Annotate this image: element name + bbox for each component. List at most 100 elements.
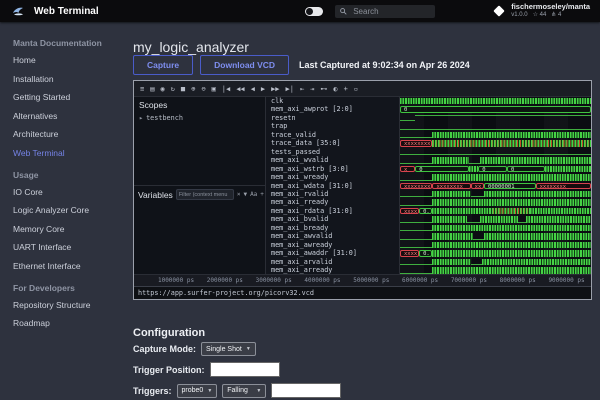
open-url-icon[interactable]: ◉: [160, 82, 164, 96]
settings-icon[interactable]: ▫: [354, 82, 358, 96]
waveform-row[interactable]: xxxx...0...: [400, 249, 591, 257]
scope-item-testbench[interactable]: ▸testbench: [139, 114, 260, 122]
next-edge-icon[interactable]: ⇥: [310, 82, 314, 96]
signal-name[interactable]: mem_axi_arready: [266, 266, 399, 274]
go-to-end-icon[interactable]: ▶|: [286, 82, 294, 96]
waveform-row[interactable]: 0: [400, 105, 591, 113]
waveform-row[interactable]: [400, 114, 591, 122]
wave-segment: [400, 129, 591, 130]
step-backward-icon[interactable]: ◀: [251, 82, 255, 96]
sidebar-item-uart-interface[interactable]: UART Interface: [13, 242, 130, 252]
waveform-row[interactable]: [400, 148, 591, 156]
trigger-edge-select[interactable]: Falling▼: [222, 384, 266, 398]
trigger-value-input[interactable]: [271, 383, 341, 398]
sidebar-item-logic-analyzer-core[interactable]: Logic Analyzer Core: [13, 205, 130, 215]
signal-name[interactable]: tests_passed: [266, 148, 399, 156]
sidebar-item-getting-started[interactable]: Getting Started: [13, 92, 130, 102]
fast-forward-icon[interactable]: ▶▶: [271, 82, 279, 96]
waveform-row[interactable]: xxxx...0...: [400, 207, 591, 215]
reload-icon[interactable]: ↻: [171, 82, 175, 96]
waveform-row[interactable]: [400, 97, 591, 105]
filter-type-icon[interactable]: ▼: [243, 190, 247, 199]
scopes-label: Scopes: [139, 100, 260, 110]
waveform-row[interactable]: [400, 258, 591, 266]
sidebar-item-repository-structure[interactable]: Repository Structure: [13, 300, 130, 310]
theme-toggle-knob: [306, 8, 313, 15]
signal-name[interactable]: trace_valid: [266, 131, 399, 139]
capture-button[interactable]: Capture: [133, 55, 193, 75]
waveform-row[interactable]: [400, 173, 591, 181]
case-sensitive-icon[interactable]: Aa: [250, 190, 257, 199]
theme-toggle[interactable]: [305, 7, 323, 16]
waveform-row[interactable]: [400, 241, 591, 249]
sidebar-item-memory-core[interactable]: Memory Core: [13, 224, 130, 234]
waveform-canvas[interactable]: 0 xxxxxxxx... x000 xxxxxxxxxxxxxxxxxx...000…: [400, 97, 591, 274]
waveform-row[interactable]: xxxxxxxx...: [400, 139, 591, 147]
sidebar-item-ethernet-interface[interactable]: Ethernet Interface: [13, 261, 130, 271]
capture-mode-select[interactable]: Single Shot▼: [201, 342, 256, 356]
signal-name[interactable]: mem_axi_rdata [31:0]: [266, 207, 399, 215]
waveform-row[interactable]: [400, 224, 591, 232]
waveform-row[interactable]: [400, 122, 591, 130]
manta-logo-icon[interactable]: [10, 3, 26, 19]
zoom-fit-icon[interactable]: ▣: [212, 82, 216, 96]
wave-segment: [432, 225, 591, 231]
trigger-probe-select[interactable]: probe0▼: [177, 384, 218, 398]
open-file-icon[interactable]: ▤: [150, 82, 154, 96]
signal-name[interactable]: mem_axi_rvalid: [266, 190, 399, 198]
trigger-position-input[interactable]: [210, 362, 280, 377]
signal-name[interactable]: resetn: [266, 114, 399, 122]
signal-name[interactable]: mem_axi_bvalid: [266, 215, 399, 223]
waveform-row[interactable]: [400, 232, 591, 240]
fast-backward-icon[interactable]: ◀◀: [236, 82, 244, 96]
signal-name[interactable]: mem_axi_rready: [266, 198, 399, 206]
waveform-row[interactable]: [400, 131, 591, 139]
signal-name[interactable]: mem_axi_arvalid: [266, 258, 399, 266]
sidebar-item-alternatives[interactable]: Alternatives: [13, 111, 130, 121]
wave-segment: xxxxxxxx: [432, 183, 470, 189]
signal-name[interactable]: mem_axi_wstrb [3:0]: [266, 165, 399, 173]
download-vcd-button[interactable]: Download VCD: [200, 55, 289, 75]
zoom-in-icon[interactable]: ⊕: [191, 82, 195, 96]
signal-name[interactable]: clk: [266, 97, 399, 105]
prev-edge-icon[interactable]: ⇤: [300, 82, 304, 96]
stop-icon[interactable]: ■: [181, 82, 185, 96]
step-forward-icon[interactable]: ▶: [261, 82, 265, 96]
timeline[interactable]: 1000000 ps2000000 ps3000000 ps4000000 ps…: [134, 274, 591, 286]
sidebar-item-architecture[interactable]: Architecture: [13, 129, 130, 139]
theme-icon[interactable]: ◐: [333, 82, 337, 96]
menu-icon[interactable]: ≡: [140, 82, 144, 96]
sidebar-item-installation[interactable]: Installation: [13, 74, 130, 84]
waveform-row[interactable]: [400, 198, 591, 206]
waveform-row[interactable]: [400, 190, 591, 198]
add-icon[interactable]: +: [344, 82, 348, 96]
waveform-row[interactable]: x000: [400, 165, 591, 173]
signal-name[interactable]: mem_axi_wvalid: [266, 156, 399, 164]
add-variable-icon[interactable]: +: [260, 190, 264, 199]
sidebar-item-io-core[interactable]: IO Core: [13, 187, 130, 197]
go-to-start-icon[interactable]: |◀: [222, 82, 230, 96]
cursor-icon[interactable]: ⊷: [320, 82, 327, 96]
search-box[interactable]: [335, 5, 435, 18]
signal-name[interactable]: mem_axi_awvalid: [266, 232, 399, 240]
waveform-row[interactable]: [400, 215, 591, 223]
sidebar-item-web-terminal[interactable]: Web Terminal: [13, 148, 130, 158]
signal-name[interactable]: mem_axi_awprot [2:0]: [266, 105, 399, 113]
signal-name[interactable]: mem_axi_awready: [266, 241, 399, 249]
zoom-out-icon[interactable]: ⊖: [201, 82, 205, 96]
search-input[interactable]: [351, 6, 425, 17]
waveform-row[interactable]: [400, 266, 591, 274]
signal-name[interactable]: mem_axi_awaddr [31:0]: [266, 249, 399, 257]
signal-name[interactable]: trap: [266, 122, 399, 130]
signal-name[interactable]: mem_axi_bready: [266, 224, 399, 232]
signal-name[interactable]: mem_axi_wready: [266, 173, 399, 181]
sidebar-item-home[interactable]: Home: [13, 55, 130, 65]
repo-link[interactable]: fischermoseley/manta v1.0.0 ☆ 44 ⋔ 4: [495, 3, 590, 19]
clear-filter-icon[interactable]: ×: [237, 190, 241, 199]
waveform-row[interactable]: xxxxxxxxxxxxxxxxxx...00000001xxxxxxxx: [400, 182, 591, 190]
variable-filter-input[interactable]: [176, 189, 234, 200]
sidebar-item-roadmap[interactable]: Roadmap: [13, 318, 130, 328]
signal-name[interactable]: mem_axi_wdata [31:0]: [266, 182, 399, 190]
waveform-row[interactable]: [400, 156, 591, 164]
signal-name[interactable]: trace_data [35:0]: [266, 139, 399, 147]
